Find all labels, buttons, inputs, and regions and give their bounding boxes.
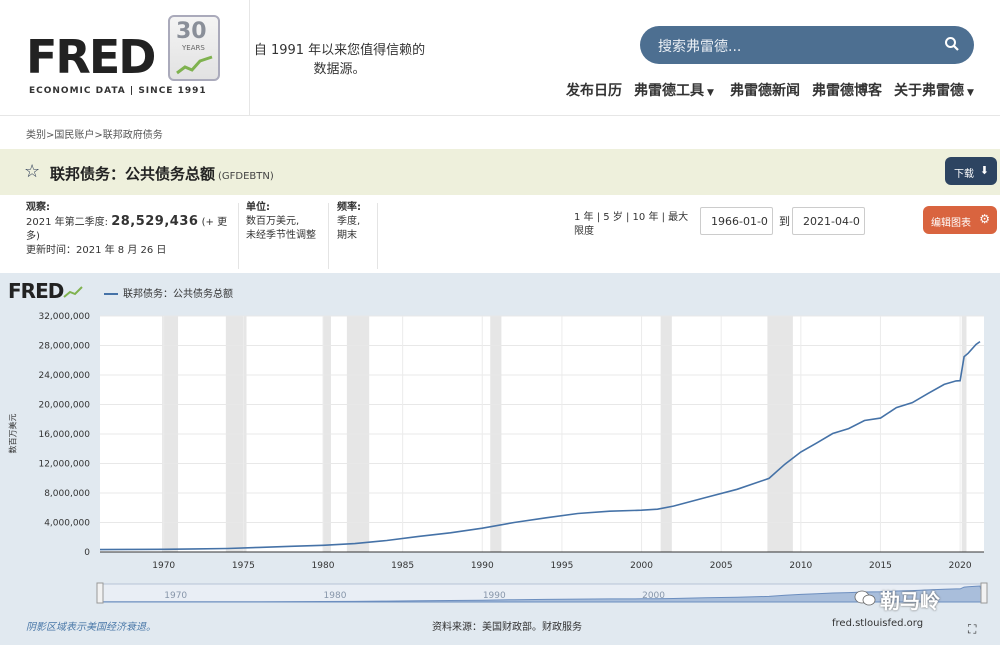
recession-footnote: 阴影区域表示美国经济衰退。 xyxy=(26,622,156,633)
chevron-down-icon: ▼ xyxy=(707,88,714,98)
search-bar[interactable]: 搜索弗雷德... xyxy=(640,26,974,64)
updated-date: 更新时间：2021 年 8 月 26 日 xyxy=(26,245,167,256)
tagline: 自 1991 年以来您值得信赖的数据源。 xyxy=(253,43,426,77)
x-tick-label: 2015 xyxy=(869,561,892,571)
x-tick-label: 2010 xyxy=(789,561,812,571)
breadcrumb[interactable]: 类别>国民账户>联邦政府债务 xyxy=(26,126,163,141)
y-tick-label: 8,000,000 xyxy=(44,489,90,499)
series-title: 联邦债务：公共债务总额 (GFDEBTN) xyxy=(50,163,274,184)
units-label: 单位: xyxy=(246,202,270,213)
debt-line-chart[interactable]: 0 4,000,000 8,000,000 12,000,000 16,000,000 2… xyxy=(0,300,1000,612)
x-tick-label: 2005 xyxy=(710,561,733,571)
x-tick-label: 1975 xyxy=(232,561,255,571)
chevron-down-icon: ▼ xyxy=(967,88,974,98)
edit-graph-button[interactable]: 编辑图表 ⚙ xyxy=(923,206,997,234)
badge-word: YEARS xyxy=(182,44,205,52)
anniversary-badge: 30 YEARS xyxy=(168,15,220,81)
navigator-handle-right xyxy=(980,582,988,604)
x-tick-label: 2020 xyxy=(949,561,972,571)
divider xyxy=(377,203,378,269)
x-tick-label: 1990 xyxy=(471,561,494,571)
badge-number: 30 xyxy=(176,19,207,44)
download-button[interactable]: 下载 ⬇ xyxy=(945,157,997,185)
x-tick-label: 1985 xyxy=(391,561,414,571)
gear-icon: ⚙ xyxy=(979,212,990,226)
chart-legend: 联邦债务：公共债务总额 xyxy=(104,285,233,300)
frequency-value-1: 季度, xyxy=(337,216,361,227)
source-note: 资料来源：美国财政部。财政服务 xyxy=(432,622,582,633)
wechat-icon xyxy=(854,590,876,606)
x-tick-label: 1980 xyxy=(312,561,335,571)
series-code: (GFDEBTN) xyxy=(218,171,274,182)
y-tick-label: 12,000,000 xyxy=(38,460,90,470)
logo-subtitle: ECONOMIC DATA | SINCE 1991 xyxy=(29,86,207,96)
divider xyxy=(328,203,329,269)
chart-line-icon xyxy=(176,55,213,75)
y-tick-label: 0 xyxy=(84,548,90,558)
nav-blog[interactable]: 弗雷德博客 xyxy=(812,80,882,100)
download-label: 下载 xyxy=(954,169,974,180)
frequency-value-2: 期末 xyxy=(337,230,357,241)
legend-label: 联邦债务：公共债务总额 xyxy=(123,289,233,300)
site-link[interactable]: fred.stlouisfed.org xyxy=(832,618,923,629)
nav-about-label: 关于弗雷德 xyxy=(894,83,964,99)
observation-value: 28,529,436 xyxy=(111,214,199,229)
frequency-block: 频率: 季度, 期末 xyxy=(337,201,361,243)
navigator-tick-label: 1990 xyxy=(483,591,506,601)
y-tick-label: 32,000,000 xyxy=(38,312,90,322)
navigator-tick-label: 1980 xyxy=(324,591,347,601)
nav-tools-label: 弗雷德工具 xyxy=(634,83,704,99)
to-label: 到 xyxy=(779,215,790,228)
search-input[interactable]: 搜索弗雷德... xyxy=(658,36,741,56)
chart-line-icon xyxy=(63,286,84,298)
nav-release-calendar[interactable]: 发布日历 xyxy=(566,80,622,100)
y-tick-label: 16,000,000 xyxy=(38,430,90,440)
y-tick-label: 20,000,000 xyxy=(38,401,90,411)
fullscreen-icon[interactable]: ⛶ xyxy=(968,622,976,637)
legend-swatch xyxy=(104,293,118,295)
navigator-handle-left xyxy=(96,582,104,604)
series-title-bar: ☆ 联邦债务：公共债务总额 (GFDEBTN) xyxy=(0,149,1000,195)
x-tick-label: 1970 xyxy=(152,561,175,571)
watermark: 勒马岭 xyxy=(880,589,940,613)
end-date-input[interactable]: 2021-04-0 xyxy=(792,207,865,235)
observation-period: 2021 年第二季度: xyxy=(26,217,108,228)
divider xyxy=(238,203,239,269)
series-title-text: 联邦债务：公共债务总额 xyxy=(50,165,216,183)
frequency-label: 频率: xyxy=(337,202,361,213)
y-tick-label: 28,000,000 xyxy=(38,342,90,352)
units-block: 单位: 数百万美元, 未经季节性调整 xyxy=(246,201,316,243)
star-icon[interactable]: ☆ xyxy=(24,161,40,182)
start-date-input[interactable]: 1966-01-0 xyxy=(700,207,773,235)
nav-about[interactable]: 关于弗雷德 ▼ xyxy=(894,80,974,100)
fred-logo[interactable]: FRED 30 YEARS ECONOMIC DATA | SINCE 1991 xyxy=(0,0,250,116)
logo-wordmark: FRED xyxy=(26,30,156,84)
x-tick-label: 2000 xyxy=(630,561,653,571)
navigator-tick-label: 2000 xyxy=(642,591,665,601)
observation-block: 观察: 2021 年第二季度: 28,529,436 (+ 更多) 更新时间：2… xyxy=(26,201,231,258)
download-icon: ⬇ xyxy=(979,164,989,177)
y-tick-label: 4,000,000 xyxy=(44,519,90,529)
observation-label: 观察: xyxy=(26,202,50,213)
search-icon[interactable] xyxy=(944,36,960,52)
x-tick-label: 1995 xyxy=(550,561,573,571)
nav-tools[interactable]: 弗雷德工具 ▼ xyxy=(634,80,714,100)
range-selector[interactable]: 1 年 | 5 岁 | 10 年 | 最大限度 xyxy=(574,211,692,239)
site-header: FRED 30 YEARS ECONOMIC DATA | SINCE 1991… xyxy=(0,0,1000,116)
edit-graph-label: 编辑图表 xyxy=(931,218,971,229)
y-tick-label: 24,000,000 xyxy=(38,371,90,381)
units-value-1: 数百万美元, xyxy=(246,216,300,227)
navigator-tick-label: 1970 xyxy=(164,591,187,601)
units-value-2: 未经季节性调整 xyxy=(246,230,316,241)
nav-news[interactable]: 弗雷德新闻 xyxy=(730,80,800,100)
